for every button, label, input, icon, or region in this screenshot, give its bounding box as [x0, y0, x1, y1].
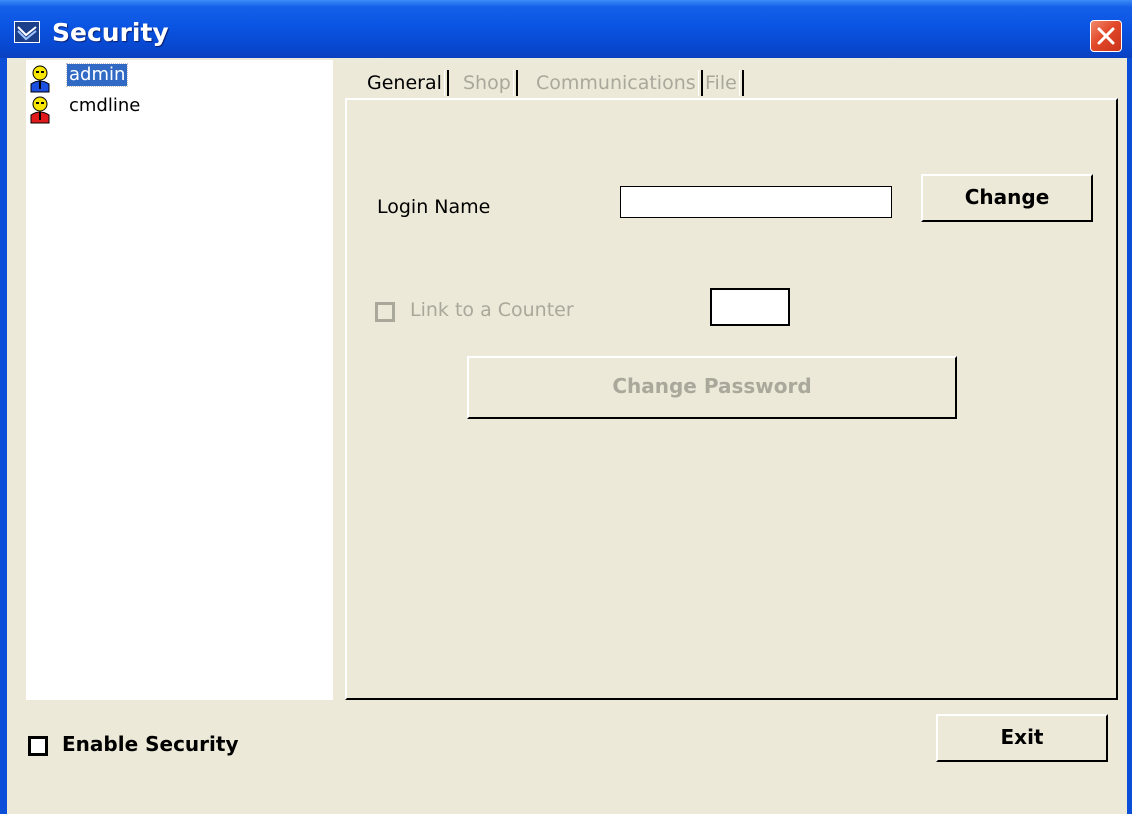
- tab-general[interactable]: General: [363, 68, 449, 98]
- counter-input[interactable]: [710, 288, 790, 326]
- tab-label: File: [705, 72, 737, 94]
- tab-label: Communications: [536, 72, 696, 94]
- security-app-icon: [14, 21, 40, 43]
- exit-button[interactable]: Exit: [936, 714, 1108, 762]
- user-name-label: cmdline: [69, 95, 141, 116]
- tab-communications[interactable]: Communications: [532, 68, 703, 98]
- user-name-label: admin: [65, 63, 129, 87]
- user-icon: [28, 65, 52, 93]
- user-icon: [28, 96, 52, 124]
- tab-file[interactable]: File: [701, 68, 744, 98]
- dialog-client-area: admin cmdline General Shop Communication…: [7, 58, 1127, 814]
- enable-security-label: Enable Security: [62, 732, 239, 756]
- window-title: Security: [52, 18, 169, 47]
- tab-shop[interactable]: Shop: [459, 68, 518, 98]
- close-button[interactable]: [1090, 20, 1122, 52]
- change-password-button[interactable]: Change Password: [467, 356, 957, 419]
- tab-label: General: [367, 72, 442, 94]
- change-button[interactable]: Change: [921, 174, 1093, 222]
- title-bar[interactable]: Security: [0, 0, 1132, 58]
- user-list[interactable]: admin cmdline: [26, 60, 333, 700]
- enable-security-checkbox[interactable]: [28, 736, 48, 756]
- user-list-item-admin[interactable]: admin: [26, 62, 326, 93]
- link-counter-checkbox[interactable]: [375, 302, 395, 322]
- tab-label: Shop: [463, 72, 511, 94]
- login-name-input[interactable]: [620, 186, 892, 218]
- security-window: Security admin cmdline General Shop Comm…: [0, 0, 1132, 814]
- link-counter-label: Link to a Counter: [410, 299, 574, 321]
- user-list-item-cmdline[interactable]: cmdline: [26, 93, 326, 124]
- login-name-label: Login Name: [377, 196, 491, 218]
- close-icon: [1097, 27, 1115, 45]
